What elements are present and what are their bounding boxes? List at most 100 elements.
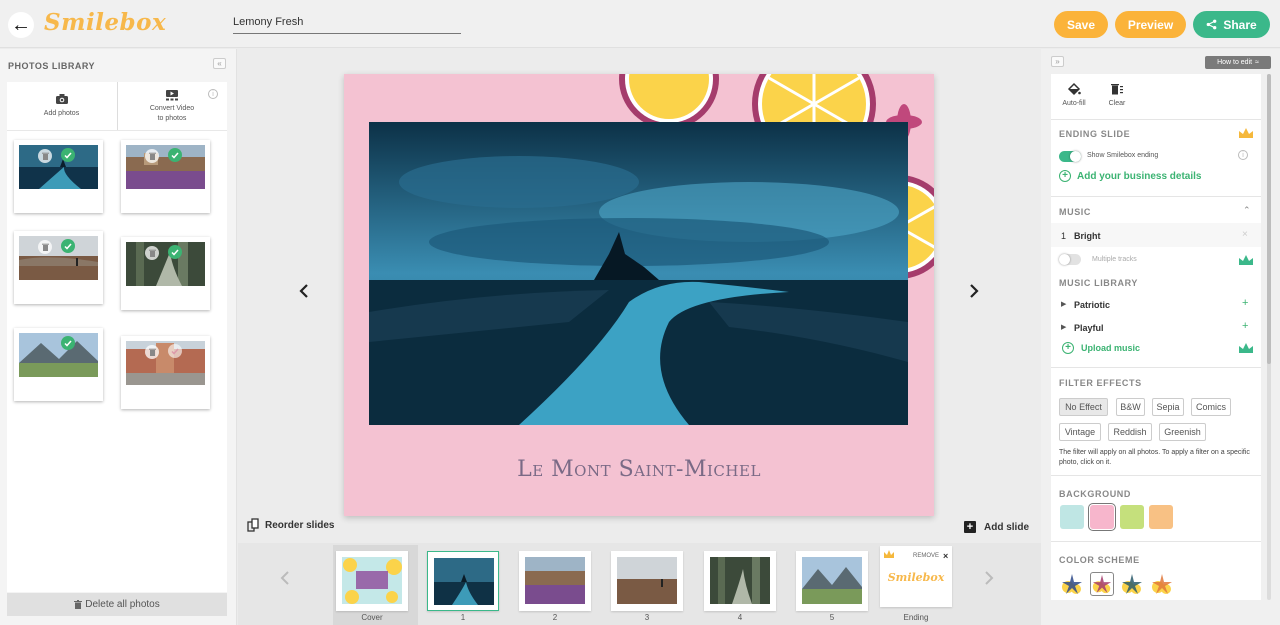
delete-all-photos-button[interactable]: Delete all photos bbox=[7, 593, 227, 616]
collapse-left-icon[interactable]: « bbox=[213, 58, 226, 69]
ending-slide-section: ENDING SLIDE Show Smilebox ending i + Ad… bbox=[1051, 119, 1261, 196]
filmstrip-slide-3[interactable] bbox=[611, 551, 683, 611]
paint-bucket-icon bbox=[1067, 82, 1081, 96]
color-scheme-option-4[interactable] bbox=[1150, 572, 1174, 596]
background-swatch-pink[interactable] bbox=[1088, 503, 1116, 531]
photo-town-square bbox=[126, 341, 205, 385]
filmstrip-slide-4[interactable] bbox=[704, 551, 776, 611]
reorder-slides-button[interactable]: Reorder slides bbox=[247, 518, 334, 532]
reorder-icon bbox=[247, 518, 259, 532]
plus-icon: + bbox=[964, 521, 976, 533]
filmstrip-cover[interactable] bbox=[336, 551, 408, 611]
slide-3-thumbnail bbox=[617, 557, 677, 604]
slide-preview[interactable]: Le Mont Saint-Michel bbox=[344, 74, 934, 516]
filter-bw[interactable]: B&W bbox=[1116, 398, 1145, 416]
background-swatches bbox=[1060, 503, 1260, 531]
show-ending-toggle[interactable] bbox=[1059, 151, 1081, 162]
filmstrip-next-icon[interactable] bbox=[983, 569, 995, 592]
filmstrip-label-2: 2 bbox=[552, 613, 558, 622]
project-title-input[interactable] bbox=[233, 12, 461, 32]
remove-track-icon[interactable]: × bbox=[1242, 229, 1248, 240]
trash-icon[interactable] bbox=[145, 149, 159, 163]
settings-panel-body: Auto-fill Clear ENDING SLIDE Show Smileb… bbox=[1051, 74, 1261, 600]
slide-photo-mont-saint-michel[interactable] bbox=[369, 122, 908, 425]
filter-reddish[interactable]: Reddish bbox=[1108, 423, 1152, 441]
music-title: MUSIC bbox=[1059, 207, 1091, 217]
library-photo-6[interactable] bbox=[121, 336, 210, 409]
project-title-field[interactable] bbox=[233, 12, 461, 34]
filmstrip-label-3: 3 bbox=[644, 613, 650, 622]
chevron-up-icon[interactable]: ⌃ bbox=[1243, 205, 1251, 216]
background-swatch-green[interactable] bbox=[1120, 505, 1144, 529]
crown-icon bbox=[1239, 343, 1253, 353]
how-to-edit-button[interactable]: How to edit ≈ bbox=[1205, 56, 1271, 69]
filter-no-effect[interactable]: No Effect bbox=[1059, 398, 1108, 416]
autofill-label: Auto-fill bbox=[1062, 100, 1086, 107]
crown-icon bbox=[1239, 128, 1253, 138]
info-icon[interactable]: i bbox=[208, 89, 218, 99]
slide-2-thumbnail bbox=[525, 557, 585, 604]
upload-music-link[interactable]: + Upload music bbox=[1062, 342, 1140, 354]
add-track-icon[interactable]: + bbox=[1242, 297, 1248, 309]
multiple-tracks-toggle[interactable] bbox=[1059, 254, 1081, 265]
add-business-details-link[interactable]: + Add your business details bbox=[1059, 170, 1201, 182]
trash-icon[interactable] bbox=[38, 149, 52, 163]
back-arrow-icon[interactable]: ← bbox=[8, 12, 34, 38]
music-library-item-playful[interactable]: ▶ Playful + bbox=[1051, 318, 1261, 338]
collapse-right-icon[interactable]: » bbox=[1051, 56, 1064, 67]
save-button[interactable]: Save bbox=[1054, 11, 1108, 38]
share-button[interactable]: Share bbox=[1193, 11, 1270, 38]
lemon-slice-1 bbox=[619, 74, 719, 129]
prev-slide-icon[interactable] bbox=[295, 280, 313, 302]
divider bbox=[7, 130, 227, 131]
library-photo-5[interactable] bbox=[14, 328, 103, 401]
filmstrip-ending[interactable]: REMOVE × Smilebox bbox=[880, 546, 952, 607]
add-slide-button[interactable]: + Add slide bbox=[964, 521, 1029, 533]
photo-moorland-hiker bbox=[19, 236, 98, 280]
share-label: Share bbox=[1223, 17, 1257, 32]
trash-icon[interactable] bbox=[145, 345, 159, 359]
filter-comics[interactable]: Comics bbox=[1191, 398, 1231, 416]
track-number: 1 bbox=[1061, 231, 1067, 241]
library-photo-2[interactable] bbox=[121, 140, 210, 213]
color-scheme-option-1[interactable] bbox=[1060, 572, 1084, 596]
info-icon[interactable]: i bbox=[1238, 150, 1248, 160]
how-to-edit-label: How to edit bbox=[1217, 59, 1253, 66]
trash-icon[interactable] bbox=[145, 246, 159, 260]
filter-greenish[interactable]: Greenish bbox=[1159, 423, 1206, 441]
filmstrip-slide-5[interactable] bbox=[796, 551, 868, 611]
library-photo-4[interactable] bbox=[121, 237, 210, 310]
filmstrip-slide-1[interactable] bbox=[427, 551, 499, 611]
reorder-label: Reorder slides bbox=[265, 519, 335, 531]
remove-ending-button[interactable]: REMOVE × bbox=[913, 551, 948, 561]
delete-all-label: Delete all photos bbox=[85, 599, 160, 610]
convert-video-label-2: to photos bbox=[157, 114, 187, 122]
music-library-item-patriotic[interactable]: ▶ Patriotic + bbox=[1051, 295, 1261, 315]
preview-button[interactable]: Preview bbox=[1115, 11, 1186, 38]
plus-circle-icon: + bbox=[1062, 342, 1074, 354]
trash-icon[interactable] bbox=[38, 240, 52, 254]
filmstrip-slide-2[interactable] bbox=[519, 551, 591, 611]
filter-sepia[interactable]: Sepia bbox=[1152, 398, 1184, 416]
filter-vintage[interactable]: Vintage bbox=[1059, 423, 1101, 441]
library-photo-3[interactable] bbox=[14, 231, 103, 304]
background-swatch-teal[interactable] bbox=[1060, 505, 1084, 529]
music-track-row[interactable]: 1 Bright × bbox=[1051, 223, 1261, 247]
check-icon bbox=[61, 148, 75, 162]
filmstrip-label-1: 1 bbox=[460, 613, 466, 622]
add-track-icon[interactable]: + bbox=[1242, 320, 1248, 332]
clear-button[interactable]: Clear bbox=[1097, 82, 1137, 107]
background-swatch-orange[interactable] bbox=[1149, 505, 1173, 529]
color-scheme-option-2[interactable] bbox=[1090, 572, 1114, 596]
autofill-button[interactable]: Auto-fill bbox=[1054, 82, 1094, 107]
slide-caption[interactable]: Le Mont Saint-Michel bbox=[344, 457, 934, 482]
filmstrip-prev-icon[interactable] bbox=[279, 569, 291, 592]
music-item-label: Playful bbox=[1074, 323, 1104, 333]
library-photo-1[interactable] bbox=[14, 140, 103, 213]
add-photos-button[interactable]: Add photos bbox=[7, 82, 116, 130]
upload-music-label: Upload music bbox=[1081, 343, 1141, 353]
color-scheme-option-3[interactable] bbox=[1120, 572, 1144, 596]
next-slide-icon[interactable] bbox=[965, 280, 983, 302]
panel-scrollbar-thumb[interactable] bbox=[1267, 74, 1271, 364]
filmstrip-label-4: 4 bbox=[737, 613, 743, 622]
